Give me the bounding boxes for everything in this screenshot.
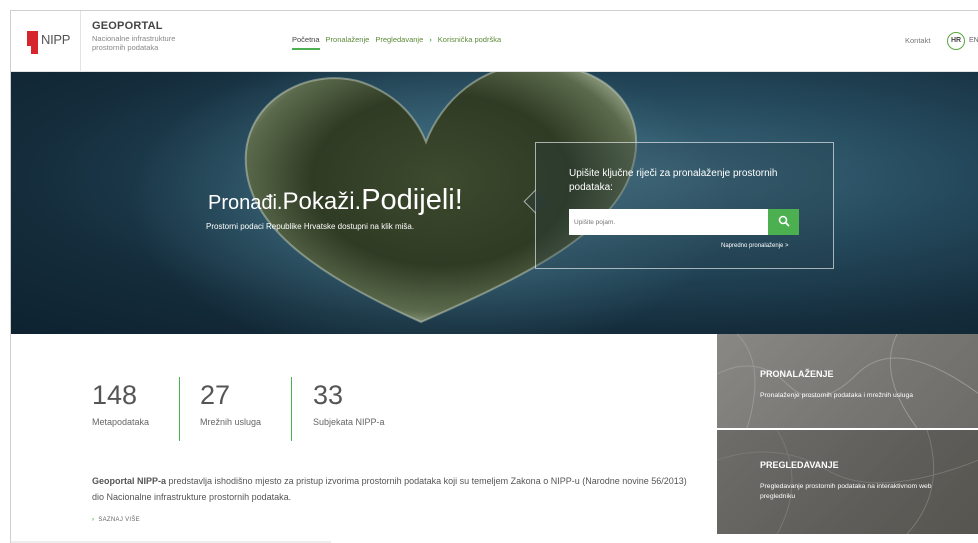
hero-title-part3: Podijeli!: [361, 184, 463, 216]
brand-subtitle: Nacionalne infrastrukture prostornih pod…: [92, 34, 176, 52]
nav-search[interactable]: Pronalaženje: [326, 35, 370, 44]
lang-hr-button[interactable]: HR: [947, 32, 965, 50]
hero-banner: Pronađi.Pokaži.Podijeli! Prostorni podac…: [11, 72, 978, 334]
logo-red-mark-small: [31, 46, 38, 54]
logo-red-mark: [27, 31, 38, 46]
stat-subjects: 33 Subjekata NIPP-a: [313, 380, 385, 427]
main-content: 148 Metapodataka 27 Mrežnih usluga 33 Su…: [11, 334, 717, 543]
intro-text: predstavlja ishodišno mjesto za pristup …: [92, 476, 687, 502]
search-input[interactable]: [569, 209, 768, 235]
chevron-right-icon: ›: [429, 35, 432, 44]
search-icon: [778, 215, 789, 226]
tile-text: Pronalaženje prostornih podataka i mrežn…: [760, 392, 914, 399]
tile-browse[interactable]: PREGLEDAVANJE Pregledavanje prostornih p…: [717, 430, 978, 534]
tile-text: Pregledavanje prostornih podataka na int…: [760, 483, 932, 500]
stat-label: Mrežnih usluga: [200, 417, 262, 427]
advanced-search-link[interactable]: Napredno pronalaženje >: [721, 243, 789, 249]
hero-subtitle: Prostorni podaci Republike Hrvatske dost…: [206, 222, 415, 231]
nav-support[interactable]: Korisnička podrška: [438, 35, 501, 44]
intro-paragraph: Geoportal NIPP-a predstavlja ishodišno m…: [92, 473, 687, 505]
hero-title-part2: Pokaži.: [282, 188, 362, 215]
hero-title-part1: Pronađi.: [208, 192, 283, 214]
contact-link[interactable]: Kontakt: [905, 36, 930, 45]
stat-value: 33: [313, 380, 344, 410]
nipp-logo[interactable]: NIPP: [11, 11, 81, 72]
logo-text: NIPP: [41, 32, 71, 47]
tile-footer-space: [717, 534, 978, 543]
stat-divider: [291, 377, 292, 441]
nav-browse[interactable]: Pregledavanje: [375, 35, 423, 44]
map-background-image: [717, 334, 978, 428]
brand-title: GEOPORTAL: [92, 20, 163, 32]
tile-search[interactable]: PRONALAŽENJE Pronalaženje prostornih pod…: [717, 334, 978, 428]
chevron-right-icon: ›: [92, 517, 95, 523]
stat-divider: [179, 377, 180, 441]
stat-metadata: 148 Metapodataka: [92, 380, 149, 427]
learn-more-link[interactable]: › SAZNAJ VIŠE: [92, 517, 140, 523]
tile-title: PRONALAŽENJE: [760, 369, 834, 379]
hero-title: Pronađi.Pokaži.Podijeli!: [208, 184, 463, 217]
stat-value: 148: [92, 380, 138, 410]
site-header: NIPP GEOPORTAL Nacionalne infrastrukture…: [11, 11, 978, 72]
stat-value: 27: [200, 380, 231, 410]
nav-home[interactable]: Početna: [292, 35, 320, 50]
stat-services: 27 Mrežnih usluga: [200, 380, 261, 427]
search-panel: Upišite ključne riječi za pronalaženje p…: [535, 142, 834, 269]
intro-bold: Geoportal NIPP-a: [92, 476, 167, 486]
brand[interactable]: GEOPORTAL Nacionalne infrastrukture pros…: [92, 20, 202, 52]
learn-more-label: SAZNAJ VIŠE: [98, 517, 140, 523]
search-heading: Upišite ključne riječi za pronalaženje p…: [569, 168, 778, 193]
lang-en-button[interactable]: EN: [969, 37, 978, 44]
stat-label: Metapodataka: [92, 417, 150, 427]
stat-label: Subjekata NIPP-a: [313, 417, 385, 427]
main-nav: Početna Pronalaženje Pregledavanje › Kor…: [292, 35, 501, 50]
search-button[interactable]: [768, 209, 799, 235]
page-frame: NIPP GEOPORTAL Nacionalne infrastrukture…: [10, 10, 978, 543]
tile-title: PREGLEDAVANJE: [760, 460, 839, 470]
